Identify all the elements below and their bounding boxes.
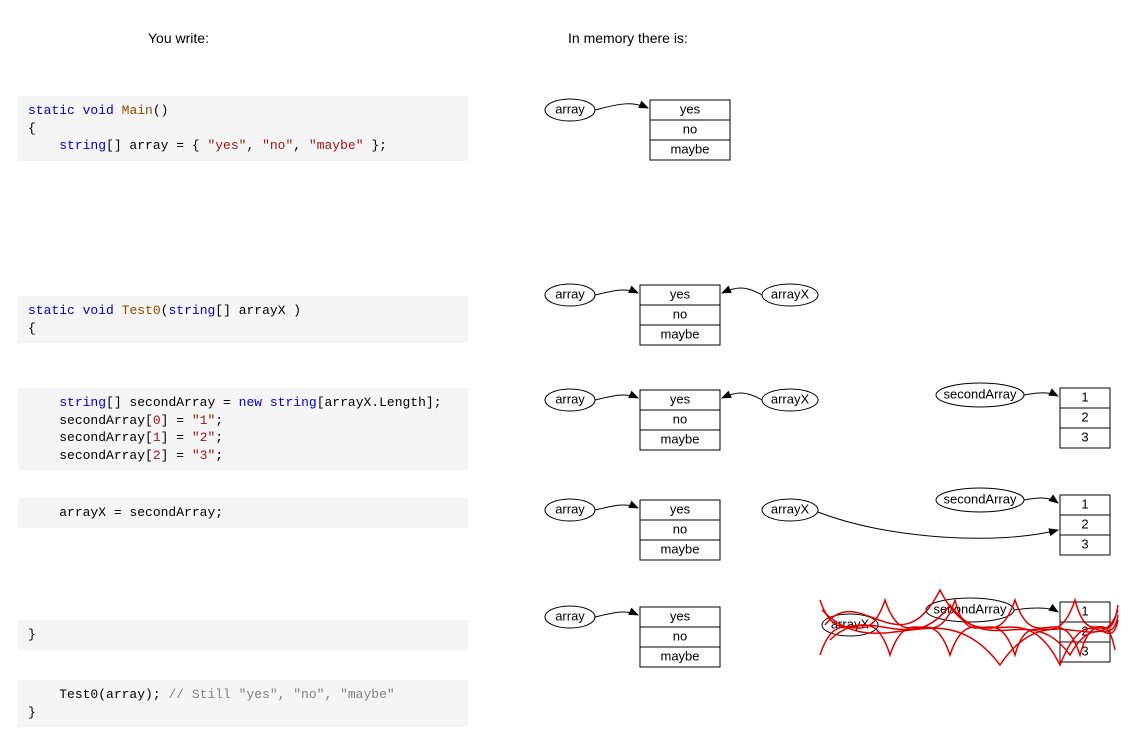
- svg-text:3: 3: [1081, 536, 1088, 551]
- svg-text:3: 3: [1081, 429, 1088, 444]
- svg-text:yes: yes: [670, 501, 691, 516]
- svg-text:arrayX: arrayX: [771, 501, 810, 516]
- heading-left: You write:: [148, 30, 209, 46]
- diagram-row-4: array yes no maybe arrayX secondArray 1 …: [545, 488, 1110, 560]
- svg-text:no: no: [673, 306, 687, 321]
- svg-text:maybe: maybe: [660, 648, 699, 663]
- svg-text:secondArray: secondArray: [934, 601, 1007, 616]
- svg-text:maybe: maybe: [660, 326, 699, 341]
- diagram-row-5: array yes no maybe arrayX secondArray 1 …: [545, 590, 1118, 667]
- svg-text:maybe: maybe: [670, 141, 709, 156]
- code-block-secondarray: string[] secondArray = new string[arrayX…: [18, 388, 468, 470]
- code-block-close: }: [18, 620, 468, 650]
- svg-text:no: no: [673, 411, 687, 426]
- svg-text:2: 2: [1081, 409, 1088, 424]
- diagram-row-3: array yes no maybe arrayX secondArray 1 …: [545, 383, 1110, 450]
- svg-text:array: array: [555, 501, 585, 516]
- svg-text:maybe: maybe: [660, 541, 699, 556]
- svg-text:array: array: [555, 391, 585, 406]
- svg-text:yes: yes: [670, 391, 691, 406]
- svg-text:arrayX: arrayX: [771, 286, 810, 301]
- svg-text:array: array: [555, 608, 585, 623]
- code-block-assign: arrayX = secondArray;: [18, 498, 468, 528]
- svg-text:array: array: [555, 101, 585, 116]
- svg-text:2: 2: [1081, 516, 1088, 531]
- svg-text:secondArray: secondArray: [944, 386, 1017, 401]
- svg-text:secondArray: secondArray: [944, 491, 1017, 506]
- svg-text:yes: yes: [670, 608, 691, 623]
- svg-text:yes: yes: [670, 286, 691, 301]
- memory-diagram: array yes no maybe array yes no maybe ar…: [540, 0, 1138, 741]
- code-block-main: static void Main() { string[] array = { …: [18, 96, 468, 161]
- svg-text:no: no: [673, 521, 687, 536]
- svg-text:no: no: [673, 628, 687, 643]
- code-block-test0-sig: static void Test0(string[] arrayX ) {: [18, 296, 468, 343]
- svg-text:no: no: [683, 121, 697, 136]
- svg-text:1: 1: [1081, 603, 1088, 618]
- diagram-row-1: array yes no maybe: [545, 99, 730, 160]
- svg-text:arrayX: arrayX: [771, 391, 810, 406]
- diagram-row-2: array yes no maybe arrayX: [545, 284, 818, 345]
- svg-text:yes: yes: [680, 101, 701, 116]
- svg-text:1: 1: [1081, 496, 1088, 511]
- svg-text:array: array: [555, 286, 585, 301]
- code-block-call: Test0(array); // Still "yes", "no", "may…: [18, 680, 468, 727]
- svg-text:maybe: maybe: [660, 431, 699, 446]
- svg-text:1: 1: [1081, 389, 1088, 404]
